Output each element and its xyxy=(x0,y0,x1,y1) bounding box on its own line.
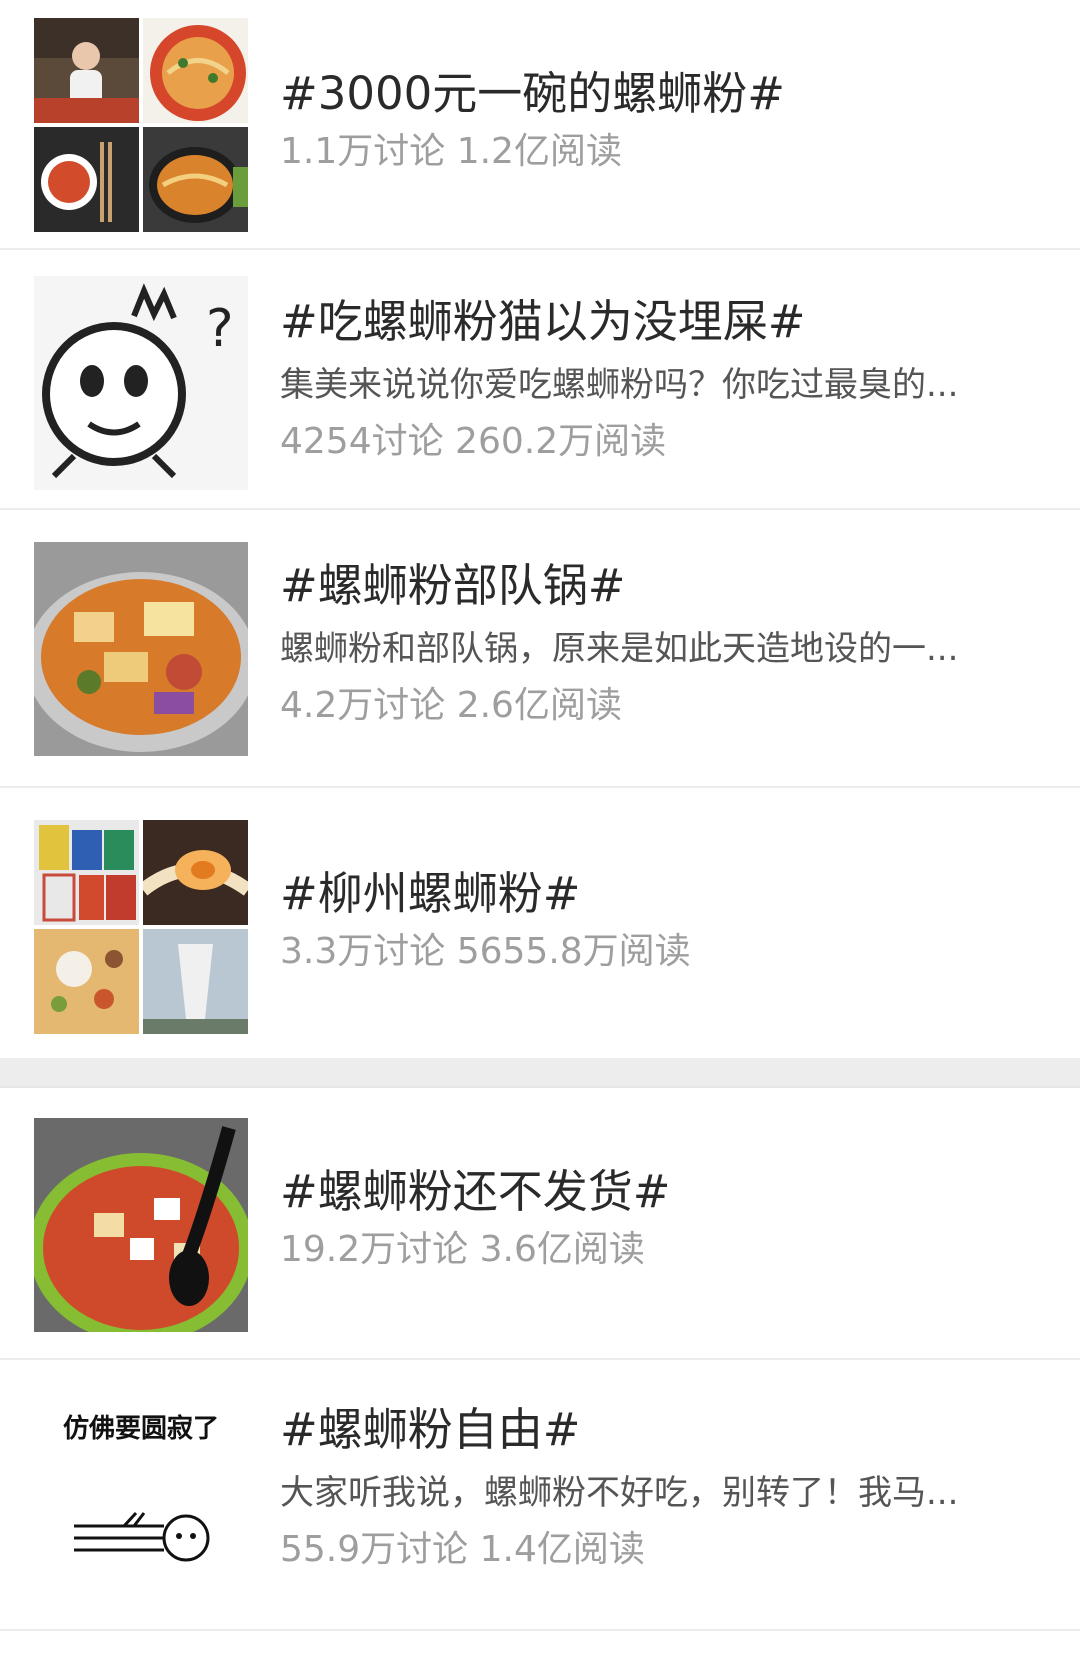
topic-item[interactable]: 仿佛要圆寂了 #螺蛳粉自由# 大家听我说，螺蛳粉不好吃，别转了！我马... 55… xyxy=(0,1360,1080,1631)
hotpot-image xyxy=(34,542,248,756)
thumb-bowl-chopsticks-image xyxy=(34,127,139,232)
topic-text: #吃螺蛳粉猫以为没埋屎# 集美来说说你爱吃螺蛳粉吗？你吃过最臭的... 4254… xyxy=(280,292,1040,466)
topic-stats: 3.3万讨论 5655.8万阅读 xyxy=(280,931,691,972)
topic-title[interactable]: #螺蛳粉自由# xyxy=(280,1400,1040,1460)
topic-text: #3000元一碗的螺蛳粉# 1.1万讨论 1.2亿阅读 xyxy=(280,64,1040,176)
topic-item[interactable]: #3000元一碗的螺蛳粉# 1.1万讨论 1.2亿阅读 xyxy=(0,0,1080,250)
topic-stats: 19.2万讨论 3.6亿阅读 xyxy=(280,1229,645,1270)
topic-title[interactable]: #吃螺蛳粉猫以为没埋屎# xyxy=(280,292,1040,352)
thumb-toppings-image xyxy=(34,929,139,1034)
topic-description: 螺蛳粉和部队锅，原来是如此天造地设的一... xyxy=(280,629,959,669)
thumb-egg-noodles-image xyxy=(143,820,248,925)
topic-thumbnail-collage xyxy=(34,820,248,1034)
topic-thumbnail-image: ? xyxy=(34,276,248,490)
thumb-packages-image xyxy=(34,820,139,925)
topic-item[interactable]: ? #吃螺蛳粉猫以为没埋屎# 集美来说说你爱吃螺蛳粉吗？你吃过最臭的... 42… xyxy=(0,250,1080,510)
topic-stats: 4254讨论 260.2万阅读 xyxy=(280,421,667,462)
topic-thumbnail-image xyxy=(34,542,248,756)
topic-description: 集美来说说你爱吃螺蛳粉吗？你吃过最臭的... xyxy=(280,365,959,405)
topic-title[interactable]: #螺蛳粉部队锅# xyxy=(280,556,1040,616)
topic-item[interactable]: #螺蛳粉还不发货# 19.2万讨论 3.6亿阅读 xyxy=(0,1088,1080,1360)
topic-stats: 4.2万讨论 2.6亿阅读 xyxy=(280,685,622,726)
thumb-tower-image xyxy=(143,929,248,1034)
topic-list: #3000元一碗的螺蛳粉# 1.1万讨论 1.2亿阅读 ? #吃螺蛳粉猫以为没埋… xyxy=(0,0,1080,1631)
svg-text:?: ? xyxy=(206,299,234,359)
topic-title[interactable]: #3000元一碗的螺蛳粉# xyxy=(280,64,1040,124)
topic-item[interactable]: #柳州螺蛳粉# 3.3万讨论 5655.8万阅读 xyxy=(0,788,1080,1058)
topic-text: #螺蛳粉自由# 大家听我说，螺蛳粉不好吃，别转了！我马... 55.9万讨论 1… xyxy=(280,1400,1040,1574)
meme-face-image: ? xyxy=(34,276,248,490)
thumb-person-image xyxy=(34,18,139,123)
topic-text: #螺蛳粉还不发货# 19.2万讨论 3.6亿阅读 xyxy=(280,1162,1040,1274)
topic-stats: 1.1万讨论 1.2亿阅读 xyxy=(280,131,622,172)
topic-item[interactable]: #螺蛳粉部队锅# 螺蛳粉和部队锅，原来是如此天造地设的一... 4.2万讨论 2… xyxy=(0,510,1080,788)
topic-description: 大家听我说，螺蛳粉不好吃，别转了！我马... xyxy=(280,1473,959,1513)
lying-figure-image xyxy=(74,1511,210,1562)
topic-text: #螺蛳粉部队锅# 螺蛳粉和部队锅，原来是如此天造地设的一... 4.2万讨论 2… xyxy=(280,556,1040,730)
thumb-noodle-bowl-image xyxy=(143,18,248,123)
topic-thumbnail-collage xyxy=(34,18,248,232)
topic-stats: 55.9万讨论 1.4亿阅读 xyxy=(280,1529,645,1570)
topic-text: #柳州螺蛳粉# 3.3万讨论 5655.8万阅读 xyxy=(280,864,1040,976)
topic-title[interactable]: #螺蛳粉还不发货# xyxy=(280,1162,1040,1222)
topic-title[interactable]: #柳州螺蛳粉# xyxy=(280,864,1040,924)
section-divider xyxy=(0,1058,1080,1088)
noodle-bowl-spoon-image xyxy=(34,1118,248,1332)
thumb-wok-noodles-image xyxy=(143,127,248,232)
topic-thumbnail-image: 仿佛要圆寂了 xyxy=(34,1388,248,1602)
topic-thumbnail-image xyxy=(34,1118,248,1332)
